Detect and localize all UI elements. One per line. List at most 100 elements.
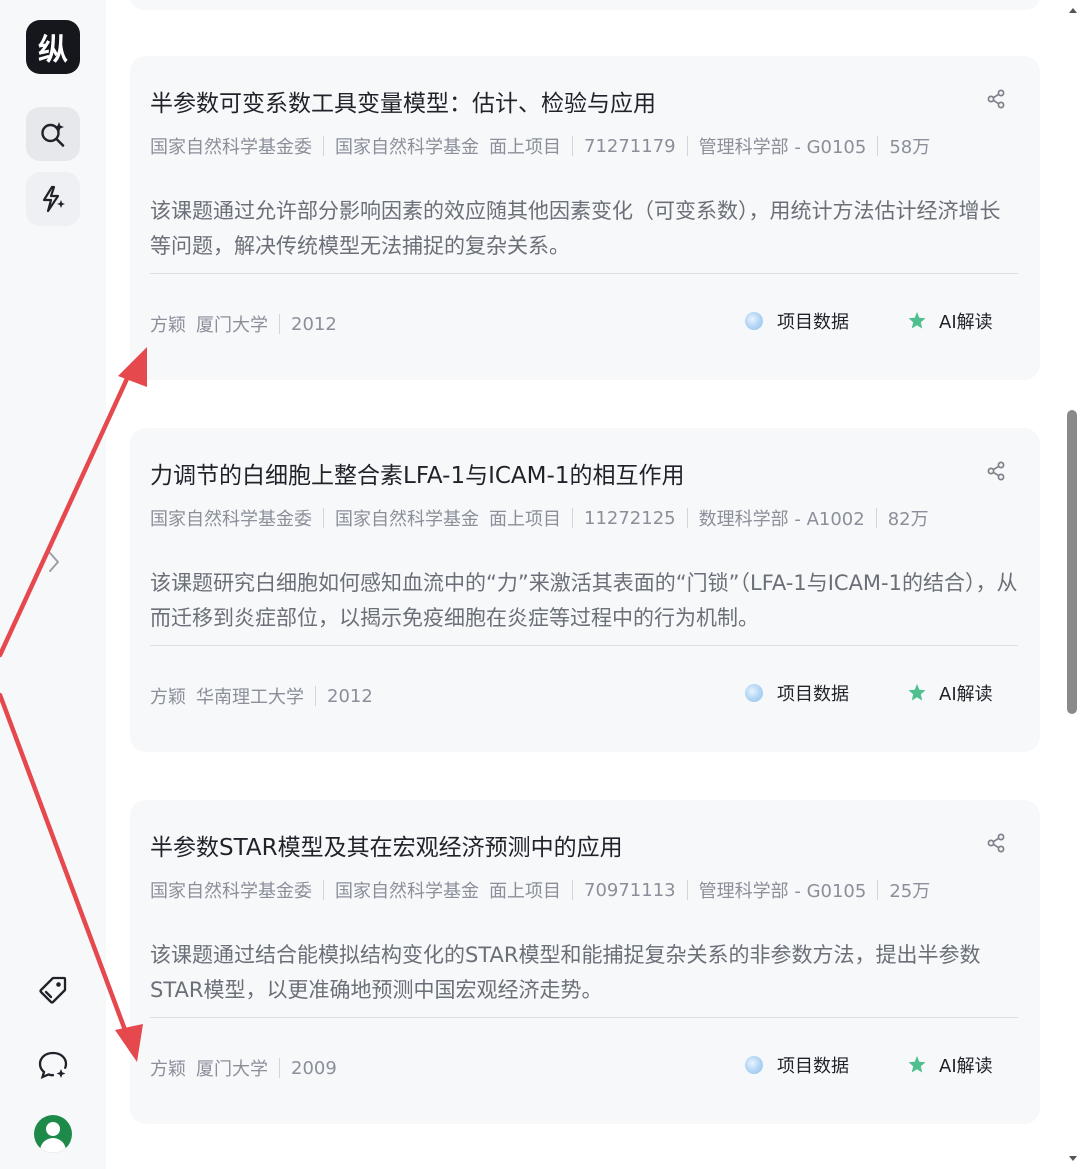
ai-interpret-button[interactable]: AI解读 [907, 1052, 993, 1078]
separator [877, 136, 879, 156]
project-card[interactable]: 力调节的白细胞上整合素LFA-1与ICAM-1的相互作用 国家自然科学基金委 国… [130, 428, 1040, 752]
ai-spark-icon [42, 185, 65, 213]
institution: 厦门大学 [196, 1059, 268, 1080]
project-title[interactable]: 力调节的白细胞上整合素LFA-1与ICAM-1的相互作用 [150, 456, 684, 490]
project-card[interactable]: 半参数STAR模型及其在宏观经济预测中的应用 国家自然科学基金委 国家自然科学基… [130, 800, 1040, 1124]
ai-sparkle-icon [908, 312, 926, 329]
project-footer: 方颖 厦门大学 2009 [150, 1055, 337, 1081]
project-title[interactable]: 半参数可变系数工具变量模型：估计、检验与应用 [150, 84, 656, 118]
chat-icon [38, 1051, 68, 1079]
ai-search-icon [41, 122, 65, 147]
share-button[interactable] [985, 460, 1007, 482]
department: 数理科学部 - A1002 [698, 509, 865, 530]
program: 国家自然科学基金 [335, 509, 479, 530]
ai-interpret-label: AI解读 [939, 684, 993, 705]
separator [323, 136, 324, 156]
project-meta: 国家自然科学基金委 国家自然科学基金 面上项目 11272125 数理科学部 -… [150, 505, 929, 531]
separator [875, 508, 877, 528]
app-logo[interactable]: 纵 [26, 20, 80, 74]
separator [572, 880, 573, 900]
avatar-body [40, 1138, 66, 1153]
tag-button[interactable] [34, 971, 72, 1009]
project-year: 2012 [291, 313, 337, 335]
funder: 国家自然科学基金委 [150, 881, 312, 902]
project-card[interactable]: 半参数可变系数工具变量模型：估计、检验与应用 国家自然科学基金委 国家自然科学基… [130, 56, 1040, 380]
project-title[interactable]: 半参数STAR模型及其在宏观经济预测中的应用 [150, 828, 623, 862]
project-data-icon [745, 1056, 763, 1074]
project-data-icon [745, 684, 763, 702]
ai-interpret-label: AI解读 [939, 1056, 993, 1077]
program: 国家自然科学基金 [335, 881, 479, 902]
ai-interpret-button[interactable]: AI解读 [907, 308, 993, 334]
project-type: 面上项目 [489, 881, 561, 902]
program: 国家自然科学基金 [335, 137, 479, 158]
chat-button[interactable] [34, 1046, 72, 1084]
funder: 国家自然科学基金委 [150, 137, 312, 158]
separator [572, 136, 573, 156]
tag-icon [39, 976, 67, 1004]
project-footer: 方颖 厦门大学 2012 [150, 311, 337, 337]
grant-number: 70971113 [584, 879, 676, 901]
project-data-button[interactable]: 项目数据 [745, 308, 849, 334]
share-icon [987, 461, 1005, 481]
ai-create-button[interactable] [26, 172, 80, 226]
grant-number: 11272125 [584, 507, 676, 529]
project-year: 2009 [291, 1057, 337, 1079]
funding-amount: 58万 [889, 137, 931, 158]
institution: 华南理工大学 [196, 687, 304, 708]
scroll-down-arrow-icon[interactable] [1066, 1153, 1080, 1165]
ai-interpret-label: AI解读 [939, 312, 993, 333]
previous-card [130, 0, 1040, 10]
principal-investigator: 方颖 [150, 315, 186, 336]
sidebar: 纵 [0, 0, 106, 1169]
project-data-button[interactable]: 项目数据 [745, 680, 849, 706]
separator [279, 1058, 280, 1078]
funding-amount: 25万 [889, 881, 931, 902]
avatar-head [46, 1122, 60, 1136]
share-button[interactable] [985, 88, 1007, 110]
project-meta: 国家自然科学基金委 国家自然科学基金 面上项目 70971113 管理科学部 -… [150, 877, 930, 903]
divider [150, 1017, 1018, 1018]
share-button[interactable] [985, 832, 1007, 854]
project-data-label: 项目数据 [777, 1056, 849, 1077]
chevron-right-icon [49, 552, 59, 572]
ai-search-button[interactable] [26, 107, 80, 161]
grant-number: 71271179 [584, 135, 676, 157]
project-footer: 方颖 华南理工大学 2012 [150, 683, 373, 709]
project-description: 该课题研究白细胞如何感知血流中的“力”来激活其表面的“门锁”（LFA-1与ICA… [150, 571, 1018, 630]
scroll-up-arrow-icon[interactable] [1066, 4, 1080, 16]
separator [572, 508, 573, 528]
principal-investigator: 方颖 [150, 1059, 186, 1080]
separator [686, 136, 688, 156]
project-type: 面上项目 [489, 137, 561, 158]
funding-amount: 82万 [887, 509, 929, 530]
share-icon [987, 833, 1005, 853]
separator [877, 880, 879, 900]
avatar[interactable] [34, 1115, 72, 1153]
project-year: 2012 [327, 685, 373, 707]
scrollbar-thumb[interactable] [1067, 410, 1077, 714]
divider [150, 645, 1018, 646]
project-description: 该课题通过允许部分影响因素的效应随其他因素变化（可变系数），用统计方法估计经济增… [150, 199, 1001, 258]
project-data-icon [745, 312, 763, 330]
separator [279, 314, 280, 334]
project-data-label: 项目数据 [777, 684, 849, 705]
ai-sparkle-icon [908, 1056, 926, 1073]
ai-interpret-button[interactable]: AI解读 [907, 680, 993, 706]
separator [323, 880, 324, 900]
project-meta: 国家自然科学基金委 国家自然科学基金 面上项目 71271179 管理科学部 -… [150, 133, 930, 159]
share-icon [987, 89, 1005, 109]
department: 管理科学部 - G0105 [698, 881, 867, 902]
department: 管理科学部 - G0105 [698, 137, 867, 158]
project-description: 该课题通过结合能模拟结构变化的STAR模型和能捕捉复杂关系的非参数方法，提出半参… [150, 943, 981, 1002]
expand-sidebar-button[interactable] [44, 548, 64, 576]
project-type: 面上项目 [489, 509, 561, 530]
separator [686, 508, 688, 528]
project-data-button[interactable]: 项目数据 [745, 1052, 849, 1078]
separator [315, 686, 316, 706]
separator [686, 880, 688, 900]
institution: 厦门大学 [196, 315, 268, 336]
funder: 国家自然科学基金委 [150, 509, 312, 530]
divider [150, 273, 1018, 274]
project-data-label: 项目数据 [777, 312, 849, 333]
